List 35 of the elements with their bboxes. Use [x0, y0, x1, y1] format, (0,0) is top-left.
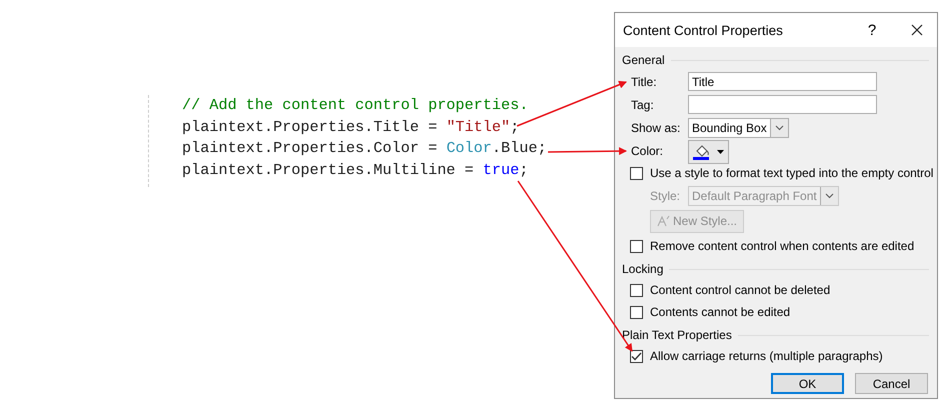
chevron-icon — [774, 124, 784, 130]
section-heading: Locking — [622, 262, 664, 276]
checkbox[interactable] — [630, 284, 643, 296]
close-icon — [911, 24, 923, 36]
code-line: plaintext.Properties.Multiline = true; — [182, 160, 530, 180]
field-label: Color: — [631, 144, 664, 158]
cancel-button[interactable]: Cancel — [855, 373, 928, 394]
checkbox-label: Use a style to format text typed into the empty control — [650, 166, 934, 180]
help-button[interactable]: ? — [857, 15, 887, 45]
checkbox[interactable] — [630, 240, 643, 252]
field-label: Tag: — [631, 98, 655, 112]
checkbox-label: Remove content control when contents are edited — [650, 239, 914, 253]
checkbox[interactable] — [630, 166, 643, 180]
chevron-icon — [824, 192, 834, 198]
color-picker-button[interactable] — [688, 140, 729, 164]
checkbox-label: Content control cannot be deleted — [650, 283, 830, 297]
code-line: plaintext.Properties.Title = "Title"; — [182, 116, 520, 138]
section-heading: General — [622, 53, 665, 67]
field-label: Show as: — [631, 120, 682, 134]
window-title: Content Control Properties — [623, 22, 784, 38]
section-heading: Plain Text Properties — [622, 328, 732, 342]
checkbox-label: Contents cannot be edited — [650, 305, 790, 319]
code-line: // Add the content control properties. — [182, 95, 530, 116]
dropdown[interactable]: Bounding Box — [688, 118, 789, 138]
text-field[interactable] — [688, 95, 877, 114]
caret-icon — [717, 150, 724, 154]
checkbox-label: Allow carriage returns (multiple paragraphs) — [650, 349, 883, 363]
text-field[interactable]: Title — [688, 72, 877, 91]
field-label: Style: — [650, 188, 682, 202]
checkbox[interactable] — [630, 350, 643, 362]
style-icon — [656, 215, 671, 227]
checkbox[interactable] — [630, 306, 643, 318]
code-line: plaintext.Properties.Color = Color.Blue; — [182, 138, 547, 159]
field-label: Title: — [631, 74, 658, 88]
ok-button[interactable]: OK — [771, 373, 844, 394]
